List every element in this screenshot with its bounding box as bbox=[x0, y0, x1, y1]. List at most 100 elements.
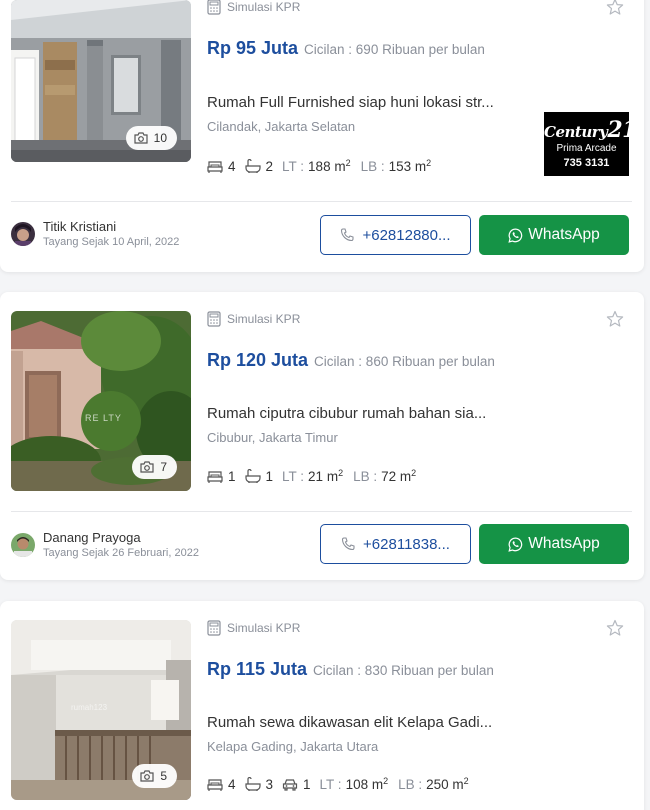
phone-icon bbox=[341, 537, 355, 551]
simulasi-kpr-link[interactable]: Simulasi KPR bbox=[207, 0, 300, 15]
bedroom-spec: 4 bbox=[207, 159, 236, 174]
simulasi-kpr-label: Simulasi KPR bbox=[227, 621, 301, 635]
listing-specs: 1 1 LT : 21 m2 LB : 72 m2 bbox=[207, 468, 426, 484]
phone-number: +62812880... bbox=[362, 226, 451, 244]
whatsapp-label: WhatsApp bbox=[528, 226, 600, 243]
price-row: Rp 95 Juta Cicilan : 690 Ribuan per bula… bbox=[207, 38, 485, 59]
camera-icon bbox=[140, 770, 154, 782]
simulasi-kpr-link[interactable]: Simulasi KPR bbox=[207, 311, 300, 327]
agency-brand: Century21 bbox=[544, 117, 629, 143]
bathroom-count: 1 bbox=[265, 468, 274, 484]
price-row: Rp 115 Juta Cicilan : 830 Ribuan per bul… bbox=[207, 659, 494, 680]
phone-icon bbox=[341, 228, 355, 242]
camera-icon bbox=[140, 461, 154, 473]
listing-date: Tayang Sejak 26 Februari, 2022 bbox=[43, 547, 199, 559]
bedroom-count: 4 bbox=[228, 776, 236, 792]
photo-count-badge[interactable]: 5 bbox=[132, 764, 177, 788]
installment: Cicilan : 830 Ribuan per bulan bbox=[313, 663, 494, 678]
bathroom-spec: 2 bbox=[244, 158, 274, 174]
phone-button[interactable]: +62811838... bbox=[320, 524, 471, 564]
garage-spec: 1 bbox=[282, 777, 311, 792]
garage-count: 1 bbox=[303, 776, 311, 792]
photo-count: 5 bbox=[160, 769, 167, 783]
bedroom-spec: 1 bbox=[207, 469, 236, 484]
listing-location: Kelapa Gading, Jakarta Utara bbox=[207, 739, 379, 754]
favorite-star-icon[interactable] bbox=[606, 619, 624, 637]
car-icon bbox=[282, 779, 298, 791]
photo-count: 7 bbox=[160, 460, 167, 474]
avatar bbox=[11, 532, 35, 557]
listing-photo[interactable]: 10 bbox=[11, 0, 191, 162]
price-row: Rp 120 Juta Cicilan : 860 Ribuan per bul… bbox=[207, 350, 495, 371]
agency-logo[interactable]: Century21 Prima Arcade 735 3131 bbox=[544, 112, 629, 176]
bedroom-count: 4 bbox=[228, 158, 236, 174]
bathtub-icon bbox=[244, 159, 261, 173]
bed-icon bbox=[207, 779, 223, 791]
bed-icon bbox=[207, 471, 223, 483]
phone-number: +62811838... bbox=[363, 535, 450, 553]
photo-count: 10 bbox=[153, 131, 167, 145]
listing-location: Cibubur, Jakarta Timur bbox=[207, 430, 338, 445]
agent-name: Danang Prayoga bbox=[43, 530, 141, 545]
listing-photo[interactable]: RE LTY 7 bbox=[11, 311, 191, 491]
listing-specs: 4 2 LT : 188 m2 LB : 153 m2 bbox=[207, 158, 441, 174]
bathtub-icon bbox=[244, 469, 261, 483]
phone-button[interactable]: +62812880... bbox=[320, 215, 471, 255]
svg-text:rumah123: rumah123 bbox=[71, 703, 108, 712]
agent-info[interactable]: Danang Prayoga Tayang Sejak 26 Februari,… bbox=[11, 530, 199, 559]
agent-name: Titik Kristiani bbox=[43, 219, 117, 234]
lt-label: LT : bbox=[282, 468, 305, 484]
whatsapp-icon bbox=[508, 537, 523, 552]
simulasi-kpr-link[interactable]: Simulasi KPR bbox=[207, 620, 300, 636]
bed-icon bbox=[207, 161, 223, 173]
price: Rp 95 Juta bbox=[207, 38, 299, 58]
calculator-icon bbox=[207, 0, 221, 15]
listing-card[interactable]: 10 Simulasi KPR Rp 95 Juta Cicilan : 690… bbox=[0, 0, 644, 272]
simulasi-kpr-label: Simulasi KPR bbox=[227, 312, 301, 326]
photo-count-badge[interactable]: 10 bbox=[125, 126, 177, 150]
listing-photo[interactable]: rumah123 5 bbox=[11, 620, 191, 800]
listing-title[interactable]: Rumah Full Furnished siap huni lokasi st… bbox=[207, 94, 494, 111]
divider bbox=[11, 201, 632, 202]
listing-title[interactable]: Rumah sewa dikawasan elit Kelapa Gadi... bbox=[207, 714, 492, 731]
bathroom-count: 3 bbox=[265, 776, 274, 792]
lt-value: 108 m2 bbox=[345, 776, 389, 792]
price: Rp 120 Juta bbox=[207, 350, 309, 370]
photo-count-badge[interactable]: 7 bbox=[132, 455, 177, 479]
divider bbox=[11, 511, 632, 512]
listing-specs: 4 3 1 LT : 108 m2 LB : 250 m2 bbox=[207, 776, 479, 792]
installment: Cicilan : 690 Ribuan per bulan bbox=[304, 42, 485, 57]
calculator-icon bbox=[207, 620, 221, 636]
lb-value: 153 m2 bbox=[388, 158, 432, 174]
bathroom-spec: 3 bbox=[244, 776, 274, 792]
favorite-star-icon[interactable] bbox=[606, 0, 624, 16]
bedroom-count: 1 bbox=[228, 468, 236, 484]
bathroom-count: 2 bbox=[265, 158, 274, 174]
agent-info[interactable]: Titik Kristiani Tayang Sejak 10 April, 2… bbox=[11, 219, 179, 248]
lt-label: LT : bbox=[319, 776, 342, 792]
agency-branch: Prima Arcade bbox=[556, 143, 617, 154]
avatar bbox=[11, 221, 35, 246]
lb-label: LB : bbox=[360, 158, 385, 174]
svg-text:RE LTY: RE LTY bbox=[85, 413, 122, 423]
bathroom-spec: 1 bbox=[244, 468, 274, 484]
listing-title[interactable]: Rumah ciputra cibubur rumah bahan sia... bbox=[207, 405, 486, 422]
listing-card[interactable]: rumah123 5 Simulasi KPR Rp 115 Juta Cici… bbox=[0, 601, 644, 810]
whatsapp-button[interactable]: WhatsApp bbox=[479, 215, 629, 255]
camera-icon bbox=[134, 132, 148, 144]
bedroom-spec: 4 bbox=[207, 777, 236, 792]
price: Rp 115 Juta bbox=[207, 659, 308, 679]
listing-date: Tayang Sejak 10 April, 2022 bbox=[43, 236, 180, 248]
favorite-star-icon[interactable] bbox=[606, 310, 624, 328]
lt-value: 188 m2 bbox=[308, 158, 351, 174]
whatsapp-button[interactable]: WhatsApp bbox=[479, 524, 629, 564]
lb-value: 250 m2 bbox=[426, 776, 469, 792]
whatsapp-icon bbox=[508, 228, 523, 243]
lt-label: LT : bbox=[282, 158, 305, 174]
lb-value: 72 m2 bbox=[381, 468, 417, 484]
simulasi-kpr-label: Simulasi KPR bbox=[227, 0, 301, 14]
whatsapp-label: WhatsApp bbox=[528, 535, 600, 552]
lb-label: LB : bbox=[353, 468, 378, 484]
agency-phone: 735 3131 bbox=[563, 157, 610, 169]
listing-card[interactable]: RE LTY 7 Simulasi KPR Rp 120 Juta Cicila… bbox=[0, 292, 644, 580]
